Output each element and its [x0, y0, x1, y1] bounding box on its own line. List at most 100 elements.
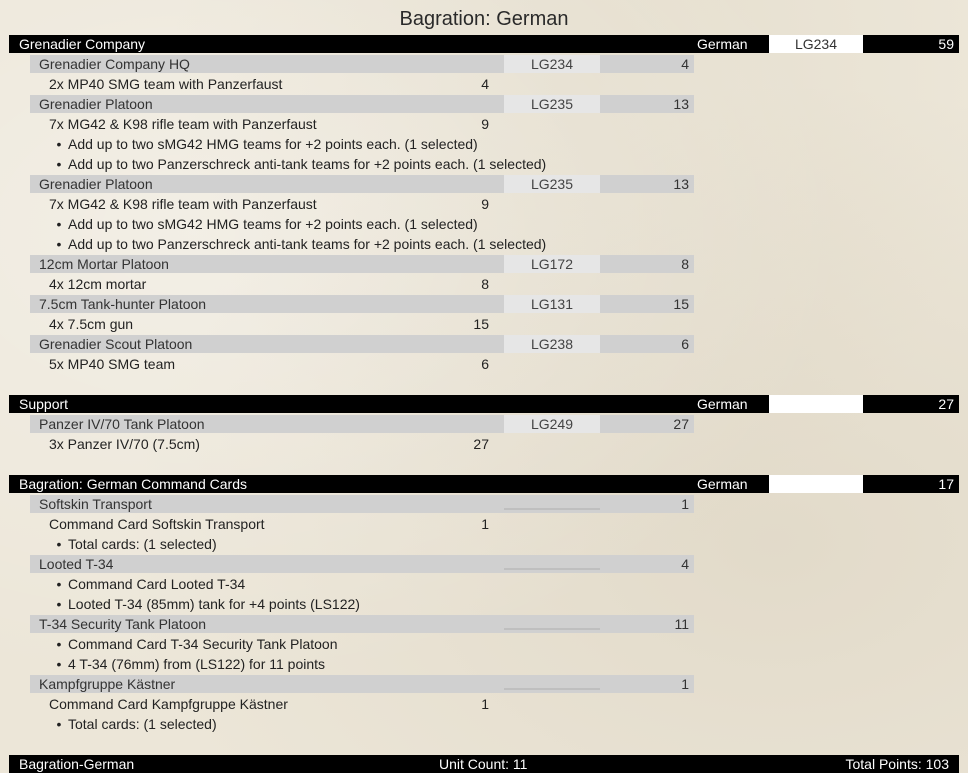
unit-option-line: 2x MP40 SMG team with Panzerfaust 4	[49, 75, 489, 93]
section-nation: German	[697, 396, 748, 412]
unit-code: LG249	[504, 415, 600, 433]
unit-code	[504, 555, 600, 573]
section-points: 17	[938, 476, 954, 492]
section-name: Grenadier Company	[19, 36, 146, 52]
section-header-grenadier-company[interactable]: Grenadier Company German LG234 59	[9, 35, 959, 53]
unit-option-line: 7x MG42 & K98 rifle team with Panzerfaus…	[49, 195, 489, 213]
bullet-dot-icon: •	[56, 236, 62, 252]
unit-points: 1	[681, 676, 689, 692]
unit-name: 7.5cm Tank-hunter Platoon	[39, 296, 207, 312]
option-points: 8	[481, 276, 489, 292]
unit-name: Grenadier Scout Platoon	[39, 336, 193, 352]
bullet-dot-icon: •	[56, 636, 62, 652]
option-text: 7x MG42 & K98 rifle team with Panzerfaus…	[49, 196, 317, 212]
option-text: 2x MP40 SMG team with Panzerfaust	[49, 76, 283, 92]
unit-option-line: Command Card Softskin Transport 1	[49, 515, 489, 533]
unit-row[interactable]: Looted T-34 4	[30, 555, 694, 573]
unit-row[interactable]: Grenadier Platoon LG235 13	[30, 175, 694, 193]
unit-option-line: Command Card Kampfgruppe Kästner 1	[49, 695, 489, 713]
unit-row[interactable]: Grenadier Platoon LG235 13	[30, 95, 694, 113]
option-bullet: • Add up to two Panzerschreck anti-tank …	[50, 235, 610, 253]
option-bullet: • Add up to two Panzerschreck anti-tank …	[50, 155, 610, 173]
section-points: 59	[938, 36, 954, 52]
unit-option-line: 7x MG42 & K98 rifle team with Panzerfaus…	[49, 115, 489, 133]
unit-points: 13	[673, 176, 689, 192]
option-text: 4x 7.5cm gun	[49, 316, 134, 332]
option-points: 1	[481, 696, 489, 712]
unit-name: Grenadier Platoon	[39, 96, 153, 112]
section-header-command-cards[interactable]: Bagration: German Command Cards German 1…	[9, 475, 959, 493]
unit-option-line: 3x Panzer IV/70 (7.5cm) 27	[49, 435, 489, 453]
unit-name: Grenadier Platoon	[39, 176, 153, 192]
unit-code: LG172	[504, 255, 600, 273]
option-text: 5x MP40 SMG team	[49, 356, 176, 372]
unit-code	[504, 615, 600, 633]
unit-name: Grenadier Company HQ	[39, 56, 190, 72]
page-title: Bagration: German	[399, 8, 569, 30]
option-bullet: • Command Card T-34 Security Tank Platoo…	[50, 635, 610, 653]
bullet-dot-icon: •	[56, 716, 62, 732]
unit-points: 11	[674, 616, 689, 632]
option-points: 15	[473, 316, 489, 332]
bullet-dot-icon: •	[56, 576, 62, 592]
section-name: Support	[19, 396, 69, 412]
option-text: Command Card Kampfgruppe Kästner	[49, 696, 288, 712]
section-code	[769, 475, 863, 493]
unit-points: 6	[681, 336, 689, 352]
section-code: LG234	[769, 35, 863, 53]
option-bullet: • 4 T-34 (76mm) from (LS122) for 11 poin…	[50, 655, 610, 673]
unit-code	[504, 675, 600, 693]
unit-row[interactable]: T-34 Security Tank Platoon 11	[30, 615, 694, 633]
section-nation: German	[697, 36, 748, 52]
section-code	[769, 395, 863, 413]
option-text: 3x Panzer IV/70 (7.5cm)	[49, 436, 200, 452]
unit-row[interactable]: 12cm Mortar Platoon LG172 8	[30, 255, 694, 273]
option-bullet: • Command Card Looted T-34	[50, 575, 610, 593]
section-nation: German	[697, 476, 748, 492]
unit-row[interactable]: Panzer IV/70 Tank Platoon LG249 27	[30, 415, 694, 433]
bullet-text: Total cards: (1 selected)	[68, 716, 217, 732]
option-text: 4x 12cm mortar	[49, 276, 147, 292]
unit-row[interactable]: Grenadier Scout Platoon LG238 6	[30, 335, 694, 353]
option-points: 27	[473, 436, 489, 452]
option-bullet: • Add up to two sMG42 HMG teams for +2 p…	[50, 215, 610, 233]
unit-points: 1	[681, 496, 689, 512]
bullet-text: Add up to two Panzerschreck anti-tank te…	[68, 236, 547, 252]
option-points: 4	[481, 76, 489, 92]
option-bullet: • Looted T-34 (85mm) tank for +4 points …	[50, 595, 610, 613]
unit-row[interactable]: Kampfgruppe Kästner 1	[30, 675, 694, 693]
option-points: 9	[481, 116, 489, 132]
unit-code: LG131	[504, 295, 600, 313]
bullet-dot-icon: •	[56, 596, 62, 612]
bullet-dot-icon: •	[56, 156, 62, 172]
unit-count: Unit Count: 11	[439, 756, 528, 772]
unit-code: LG238	[504, 335, 600, 353]
bullet-text: Command Card T-34 Security Tank Platoon	[68, 636, 338, 652]
unit-name: Kampfgruppe Kästner	[39, 676, 176, 692]
unit-row[interactable]: 7.5cm Tank-hunter Platoon LG131 15	[30, 295, 694, 313]
option-points: 9	[481, 196, 489, 212]
unit-row[interactable]: Grenadier Company HQ LG234 4	[30, 55, 694, 73]
unit-code	[504, 495, 600, 513]
unit-name: 12cm Mortar Platoon	[39, 256, 169, 272]
unit-option-line: 5x MP40 SMG team 6	[49, 355, 489, 373]
section-name: Bagration: German Command Cards	[19, 476, 247, 492]
unit-points: 8	[681, 256, 689, 272]
option-text: 7x MG42 & K98 rifle team with Panzerfaus…	[49, 116, 317, 132]
bullet-dot-icon: •	[56, 536, 62, 552]
unit-option-line: 4x 12cm mortar 8	[49, 275, 489, 293]
section-header-support[interactable]: Support German 27	[9, 395, 959, 413]
list-name: Bagration-German	[19, 756, 135, 772]
bullet-text: 4 T-34 (76mm) from (LS122) for 11 points	[68, 656, 326, 672]
unit-points: 4	[681, 56, 689, 72]
option-bullet: • Total cards: (1 selected)	[50, 535, 610, 553]
bullet-text: Add up to two Panzerschreck anti-tank te…	[68, 156, 547, 172]
unit-code: LG234	[504, 55, 600, 73]
bullet-dot-icon: •	[56, 136, 62, 152]
unit-name: Looted T-34	[39, 556, 114, 572]
unit-code: LG235	[504, 175, 600, 193]
list-footer: Bagration-German Unit Count: 11 Total Po…	[9, 755, 959, 773]
unit-row[interactable]: Softskin Transport 1	[30, 495, 694, 513]
bullet-text: Looted T-34 (85mm) tank for +4 points (L…	[68, 596, 360, 612]
bullet-dot-icon: •	[56, 216, 62, 232]
